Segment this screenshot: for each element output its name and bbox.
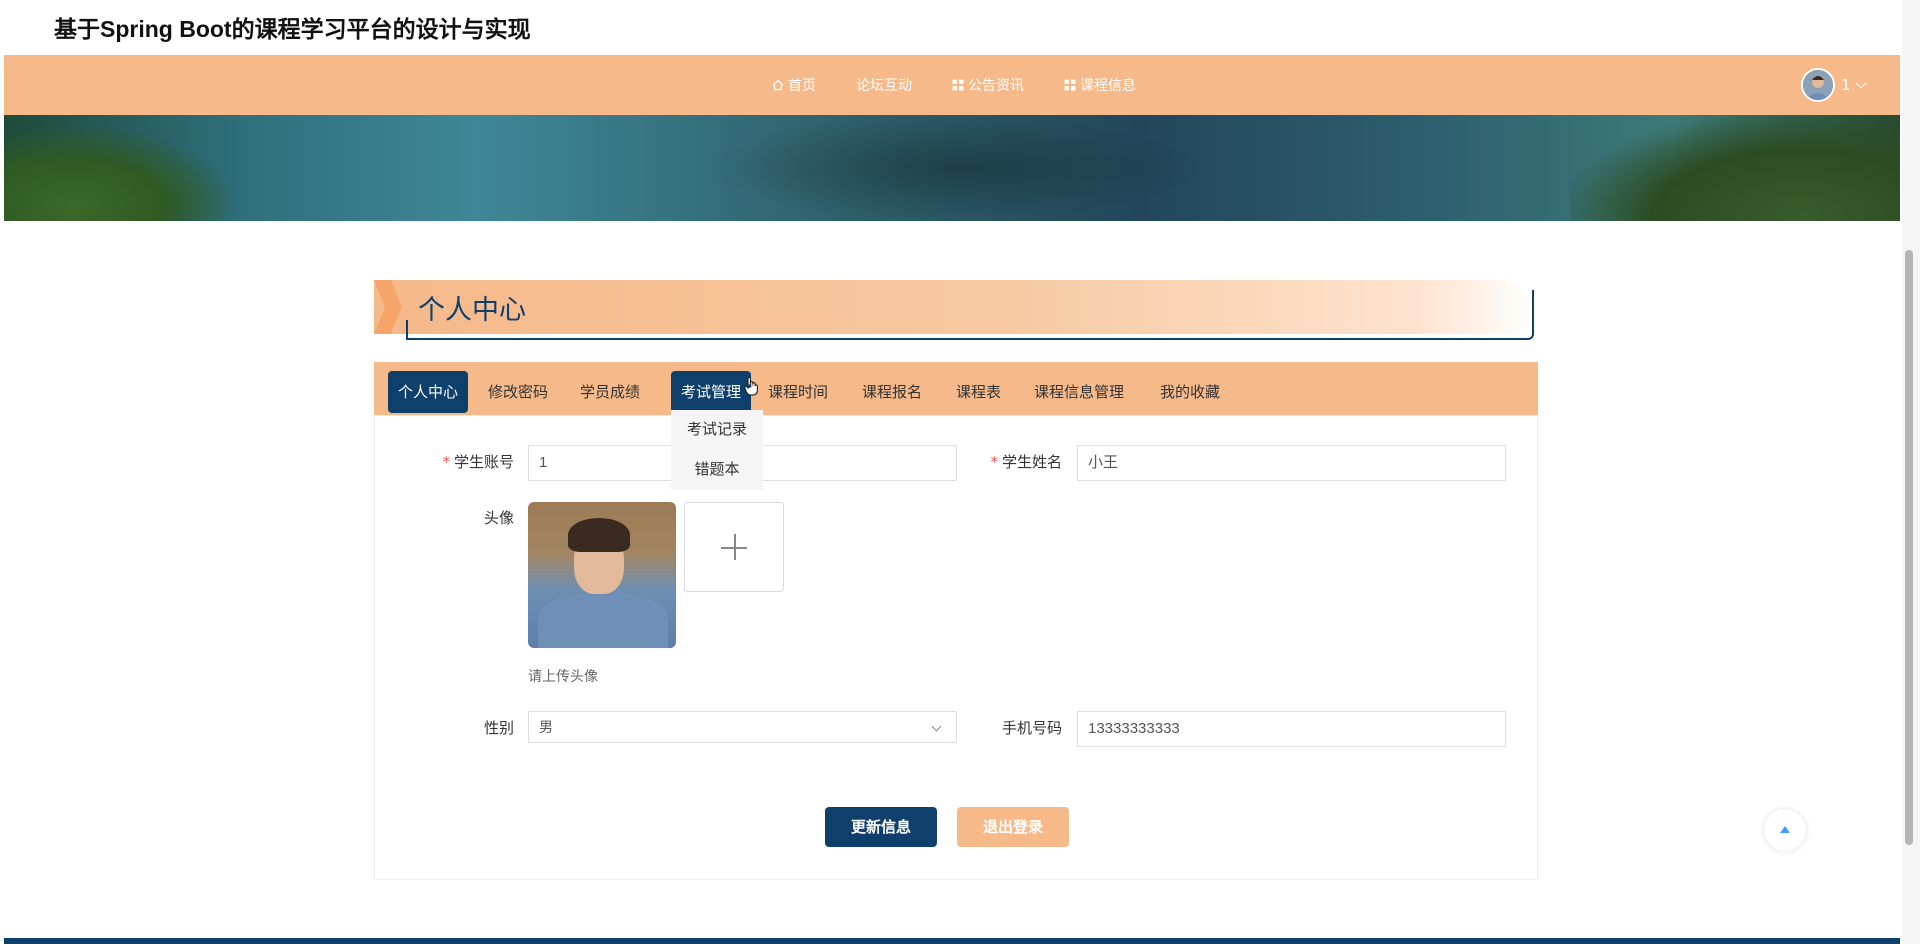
tab-scores[interactable]: 学员成绩 (570, 371, 650, 413)
dropdown-item-exam-records[interactable]: 考试记录 (671, 410, 763, 450)
page-scrollbar[interactable] (1902, 0, 1920, 944)
arrow-up-icon (1780, 826, 1790, 833)
tab-course-info-management[interactable]: 课程信息管理 (1024, 371, 1134, 413)
nav-label-courses: 课程信息 (1080, 78, 1136, 94)
required-mark: * (990, 453, 998, 471)
tab-course-enroll[interactable]: 课程报名 (852, 371, 932, 413)
gender-value: 男 (539, 719, 553, 735)
banner-image (4, 115, 1900, 221)
banner-trees-left (4, 125, 234, 221)
nav-label-news: 公告资讯 (968, 78, 1024, 94)
avatar-preview (528, 502, 676, 648)
tab-change-password[interactable]: 修改密码 (478, 371, 558, 413)
gender-select[interactable]: 男 (528, 711, 957, 743)
nav-label-home: 首页 (788, 78, 816, 94)
gender-label: 性别 (483, 719, 514, 737)
tab-favorites[interactable]: 我的收藏 (1150, 371, 1230, 413)
required-mark: * (442, 453, 450, 471)
user-menu[interactable]: 1 (1801, 68, 1867, 102)
name-label: * 学生姓名 (990, 453, 1062, 471)
dropdown-item-wrong-questions[interactable]: 错题本 (671, 450, 763, 490)
avatar (1801, 68, 1835, 102)
nav-item-courses[interactable]: 课程信息 (1064, 75, 1136, 95)
user-name: 1 (1841, 76, 1851, 94)
phone-label: 手机号码 (1001, 719, 1062, 737)
tab-exam-management[interactable]: 考试管理 (671, 371, 752, 413)
nav-item-forum[interactable]: 论坛互动 (856, 75, 912, 95)
update-info-button[interactable]: 更新信息 (825, 807, 937, 847)
banner-haze (704, 115, 1204, 221)
nav-item-home[interactable]: 首页 (772, 75, 816, 95)
hand-cursor-icon (744, 376, 758, 396)
tab-timetable[interactable]: 课程表 (946, 371, 1011, 413)
page: 基于Spring Boot的课程学习平台的设计与实现 首页 论坛互动 公告资讯 (4, 0, 1900, 944)
site-title: 基于Spring Boot的课程学习平台的设计与实现 (54, 16, 531, 42)
account-label: * 学生账号 (442, 453, 514, 471)
footer-bar (4, 938, 1900, 944)
nav-item-news[interactable]: 公告资讯 (952, 75, 1024, 95)
back-to-top-button[interactable] (1764, 809, 1806, 851)
tab-course-time[interactable]: 课程时间 (758, 371, 838, 413)
nav-label-forum: 论坛互动 (856, 78, 912, 94)
viewport: 基于Spring Boot的课程学习平台的设计与实现 首页 论坛互动 公告资讯 (0, 0, 1920, 944)
grid-icon (1064, 79, 1076, 91)
name-field[interactable]: 小王 (1077, 445, 1506, 481)
grid-icon (952, 79, 964, 91)
avatar-label: 头像 (483, 509, 514, 527)
section-header-outline (406, 290, 1534, 340)
section-title: 个人中心 (418, 295, 526, 326)
home-icon (772, 79, 784, 91)
logout-button[interactable]: 退出登录 (957, 807, 1069, 847)
tab-bar: 个人中心 修改密码 学员成绩 考试管理 课程时间 课程报名 课程表 课程信息管理… (374, 362, 1538, 415)
chevron-down-icon (1854, 77, 1867, 89)
top-navbar: 首页 论坛互动 公告资讯 课程信息 1 (4, 55, 1900, 115)
phone-field[interactable]: 13333333333 (1077, 711, 1506, 747)
tab-profile[interactable]: 个人中心 (388, 371, 469, 413)
scrollbar-thumb[interactable] (1905, 250, 1913, 845)
avatar-hint: 请上传头像 (528, 669, 598, 685)
banner-trees-right (1570, 115, 1900, 221)
exam-dropdown-menu: 考试记录 错题本 (671, 410, 763, 490)
avatar-upload-button[interactable] (684, 502, 784, 592)
nav-items: 首页 论坛互动 公告资讯 课程信息 (772, 55, 1136, 115)
section-header: 个人中心 (374, 280, 1538, 342)
chevron-down-icon (931, 721, 942, 732)
